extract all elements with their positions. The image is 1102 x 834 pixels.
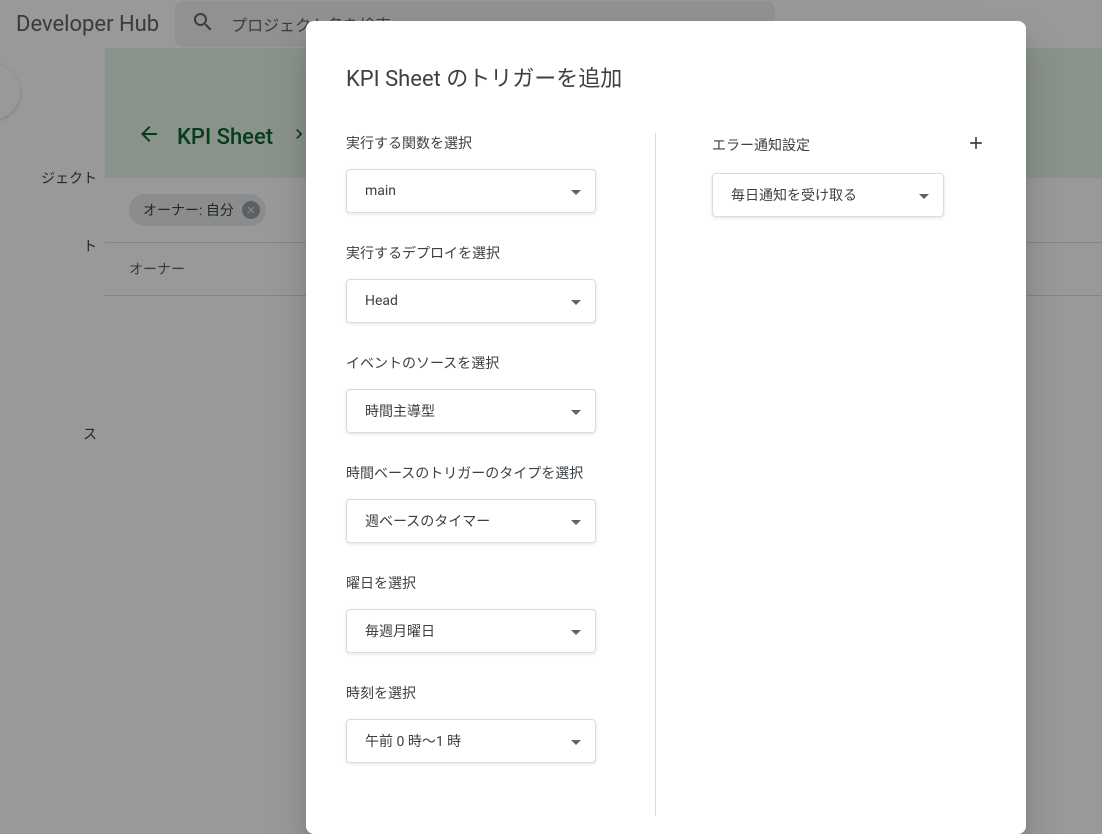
dropdown-arrow-icon <box>571 403 581 419</box>
field-trigger-type: 時間ベースのトリガーのタイプを選択 週ベースのタイマー <box>346 463 615 543</box>
field-label: イベントのソースを選択 <box>346 353 615 373</box>
modal-title: KPI Sheet のトリガーを追加 <box>306 21 1026 93</box>
field-label: 曜日を選択 <box>346 573 615 593</box>
select-value: 毎週月曜日 <box>365 621 435 641</box>
field-function: 実行する関数を選択 main <box>346 133 615 213</box>
field-deployment: 実行するデプロイを選択 Head <box>346 243 615 323</box>
field-time: 時刻を選択 午前 0 時～1 時 <box>346 683 615 763</box>
error-notification-header: エラー通知設定 <box>712 133 986 157</box>
add-trigger-modal: KPI Sheet のトリガーを追加 実行する関数を選択 main 実行するデプ… <box>306 21 1026 834</box>
dropdown-arrow-icon <box>571 183 581 199</box>
field-label: 実行するデプロイを選択 <box>346 243 615 263</box>
day-select[interactable]: 毎週月曜日 <box>346 609 596 653</box>
deployment-select[interactable]: Head <box>346 279 596 323</box>
field-day-of-week: 曜日を選択 毎週月曜日 <box>346 573 615 653</box>
modal-left-column: 実行する関数を選択 main 実行するデプロイを選択 Head イベントのソース… <box>346 133 656 816</box>
select-value: 毎日通知を受け取る <box>731 185 857 205</box>
notification-frequency-select[interactable]: 毎日通知を受け取る <box>712 173 944 217</box>
modal-right-column: エラー通知設定 毎日通知を受け取る <box>656 133 986 816</box>
dropdown-arrow-icon <box>571 733 581 749</box>
select-value: 週ベースのタイマー <box>365 511 490 531</box>
field-label: 時間ベースのトリガーのタイプを選択 <box>346 463 615 483</box>
time-select[interactable]: 午前 0 時～1 時 <box>346 719 596 763</box>
field-label: エラー通知設定 <box>712 135 810 155</box>
field-label: 実行する関数を選択 <box>346 133 615 153</box>
dropdown-arrow-icon <box>571 513 581 529</box>
select-value: Head <box>365 293 398 309</box>
trigger-type-select[interactable]: 週ベースのタイマー <box>346 499 596 543</box>
dropdown-arrow-icon <box>919 187 929 203</box>
select-value: 時間主導型 <box>365 401 435 421</box>
field-event-source: イベントのソースを選択 時間主導型 <box>346 353 615 433</box>
function-select[interactable]: main <box>346 169 596 213</box>
event-source-select[interactable]: 時間主導型 <box>346 389 596 433</box>
field-label: 時刻を選択 <box>346 683 615 703</box>
dropdown-arrow-icon <box>571 293 581 309</box>
dropdown-arrow-icon <box>571 623 581 639</box>
select-value: main <box>365 183 396 199</box>
plus-icon[interactable] <box>966 133 986 157</box>
select-value: 午前 0 時～1 時 <box>365 731 461 751</box>
